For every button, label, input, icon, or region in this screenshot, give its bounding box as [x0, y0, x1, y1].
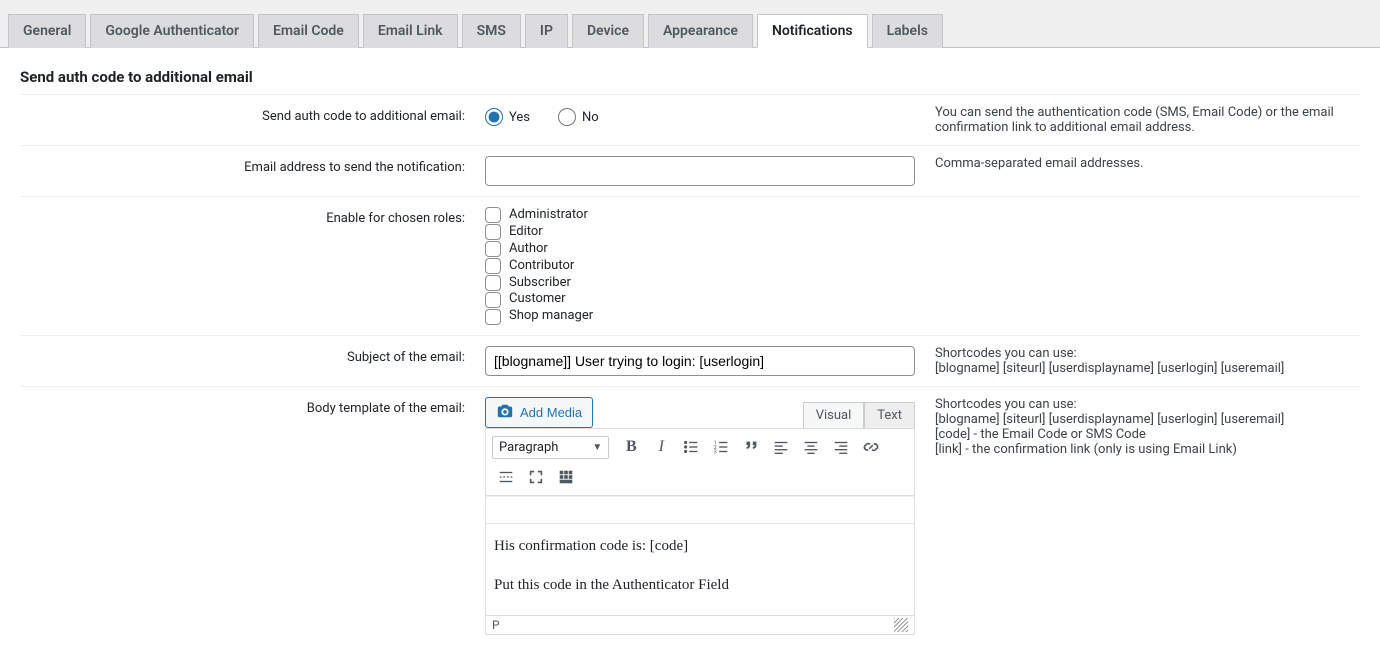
checkbox-editor[interactable] [485, 224, 501, 240]
role-customer: Customer [509, 291, 566, 308]
checkbox-author[interactable] [485, 241, 501, 257]
help-subject: Shortcodes you can use: [blogname] [site… [925, 336, 1360, 387]
radio-no-label: No [582, 110, 599, 125]
checkbox-customer[interactable] [485, 292, 501, 308]
checkbox-contributor[interactable] [485, 258, 501, 274]
help-body: Shortcodes you can use: [blogname] [site… [925, 387, 1360, 645]
label-email-addr: Email address to send the notification: [20, 146, 475, 197]
body-line-2: Put this code in the Authenticator Field [494, 577, 906, 594]
label-body: Body template of the email: [20, 387, 475, 645]
fullscreen-button[interactable] [522, 463, 550, 491]
tab-ip[interactable]: IP [525, 14, 568, 48]
settings-tabs: General Google Authenticator Email Code … [0, 0, 1380, 48]
chevron-down-icon: ▼ [592, 442, 602, 453]
editor-tab-text[interactable]: Text [864, 402, 915, 428]
body-line-1: His confirmation code is: [code] [494, 538, 906, 555]
resize-handle-icon[interactable] [894, 618, 908, 632]
svg-text:3: 3 [714, 450, 717, 456]
role-administrator: Administrator [509, 207, 588, 224]
role-contributor: Contributor [509, 258, 574, 275]
section-heading: Send auth code to additional email [20, 68, 1360, 86]
editor-toolbar: Paragraph ▼ B I 123 [485, 428, 915, 496]
role-editor: Editor [509, 224, 543, 241]
align-center-button[interactable] [797, 433, 825, 461]
checkbox-administrator[interactable] [485, 207, 501, 223]
toolbar-toggle-button[interactable] [552, 463, 580, 491]
blockquote-button[interactable] [737, 433, 765, 461]
tab-notifications[interactable]: Notifications [757, 14, 868, 48]
radio-yes-label: Yes [509, 110, 530, 125]
label-roles: Enable for chosen roles: [20, 197, 475, 336]
tab-device[interactable]: Device [572, 14, 644, 48]
tab-labels[interactable]: Labels [872, 14, 943, 48]
label-subject: Subject of the email: [20, 336, 475, 387]
role-subscriber: Subscriber [509, 275, 571, 292]
editor-tab-visual[interactable]: Visual [803, 402, 865, 428]
align-right-button[interactable] [827, 433, 855, 461]
bullet-list-button[interactable] [677, 433, 705, 461]
link-button[interactable] [857, 433, 885, 461]
input-email-addr[interactable] [485, 156, 915, 186]
radio-no[interactable] [558, 108, 576, 126]
format-select-label: Paragraph [499, 440, 558, 455]
input-subject[interactable] [485, 346, 915, 376]
align-left-button[interactable] [767, 433, 795, 461]
tab-email-link[interactable]: Email Link [363, 14, 458, 48]
format-select[interactable]: Paragraph ▼ [492, 436, 609, 459]
add-media-label: Add Media [520, 405, 582, 420]
tab-appearance[interactable]: Appearance [648, 14, 753, 48]
radio-yes[interactable] [485, 108, 503, 126]
add-media-button[interactable]: Add Media [485, 397, 593, 428]
italic-button[interactable]: I [647, 433, 675, 461]
camera-icon [496, 402, 514, 423]
tab-sms[interactable]: SMS [462, 14, 521, 48]
role-author: Author [509, 241, 548, 258]
bold-button[interactable]: B [617, 433, 645, 461]
editor-status-path: P [492, 618, 500, 632]
editor-body[interactable]: His confirmation code is: [code] Put thi… [485, 496, 915, 616]
tab-email-code[interactable]: Email Code [258, 14, 359, 48]
read-more-button[interactable] [492, 463, 520, 491]
checkbox-shop-manager[interactable] [485, 309, 501, 325]
help-send-code: You can send the authentication code (SM… [925, 95, 1360, 146]
label-send-code: Send auth code to additional email: [20, 95, 475, 146]
help-email-addr: Comma-separated email addresses. [925, 146, 1360, 197]
tab-google-authenticator[interactable]: Google Authenticator [90, 14, 254, 48]
checkbox-subscriber[interactable] [485, 275, 501, 291]
role-shop-manager: Shop manager [509, 308, 593, 325]
numbered-list-button[interactable]: 123 [707, 433, 735, 461]
tab-general[interactable]: General [8, 14, 86, 48]
